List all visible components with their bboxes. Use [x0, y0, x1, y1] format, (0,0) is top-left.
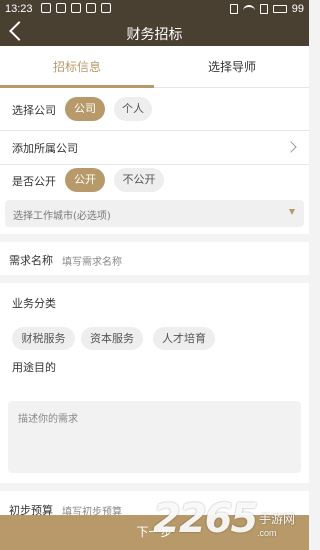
business-category-label: 业务分类 — [12, 297, 56, 310]
app-icon — [101, 3, 111, 13]
public-toggle-row: 是否公开 公开 不公开 — [0, 165, 309, 196]
category-tax-service[interactable]: 财税服务 — [12, 327, 75, 350]
demand-name-label: 需求名称 — [9, 254, 53, 267]
company-option-company[interactable]: 公司 — [65, 97, 105, 121]
city-select-placeholder: 选择工作城市(必选项) — [13, 211, 111, 222]
alarm-icon — [56, 3, 66, 13]
affiliated-company-row[interactable]: 添加所属公司 — [0, 131, 309, 164]
tab-bar: 招标信息 选择导师 — [0, 46, 309, 88]
mail-icon — [41, 3, 51, 13]
company-option-personal[interactable]: 个人 — [114, 97, 152, 121]
status-time: 13:23 — [5, 3, 33, 15]
demand-name-row: 需求名称 填写需求名称 — [0, 242, 309, 275]
vibrate-icon — [229, 4, 238, 14]
company-select-row: 选择公司 公司 个人 — [0, 88, 309, 130]
app-header: 13:23 99 财务招标 — [0, 0, 309, 46]
affiliated-company-label: 添加所属公司 — [12, 142, 78, 155]
status-notification-icons — [41, 3, 111, 13]
trash-icon — [86, 3, 96, 13]
wifi-icon — [242, 4, 255, 14]
tab-choose-mentor[interactable]: 选择导师 — [155, 46, 309, 88]
watermark-site: 手游网 — [259, 512, 296, 526]
purpose-label: 用途目的 — [12, 361, 56, 374]
category-talent-training[interactable]: 人才培育 — [153, 327, 215, 350]
battery-level: 99 — [291, 3, 304, 15]
status-bar: 13:23 99 — [0, 0, 309, 20]
dropdown-caret-icon — [289, 209, 295, 215]
battery-icon — [272, 5, 287, 13]
purpose-placeholder: 描述你的需求 — [18, 414, 78, 425]
chevron-right-icon — [285, 141, 297, 153]
site-watermark: 2265 手游网 .com — [153, 496, 303, 546]
watermark-brand: 2265 — [153, 496, 258, 542]
public-option-public[interactable]: 公开 — [65, 168, 105, 192]
tab-bid-info[interactable]: 招标信息 — [0, 46, 154, 88]
section-gap — [0, 275, 309, 283]
purpose-textarea[interactable]: 描述你的需求 — [8, 401, 301, 473]
screen-icon — [259, 4, 268, 14]
section-gap — [0, 234, 309, 242]
category-capital-service[interactable]: 资本服务 — [81, 327, 143, 350]
page-title: 财务招标 — [126, 27, 183, 43]
watermark-suffix: .com — [257, 528, 277, 538]
demand-name-input[interactable]: 填写需求名称 — [62, 253, 122, 268]
company-select-label: 选择公司 — [12, 104, 56, 117]
shirt-icon — [71, 3, 81, 13]
section-gap — [0, 483, 309, 491]
public-toggle-label: 是否公开 — [12, 175, 56, 188]
status-right: 99 — [229, 3, 304, 15]
public-option-private[interactable]: 不公开 — [114, 168, 164, 192]
city-select[interactable]: 选择工作城市(必选项) — [5, 200, 304, 227]
